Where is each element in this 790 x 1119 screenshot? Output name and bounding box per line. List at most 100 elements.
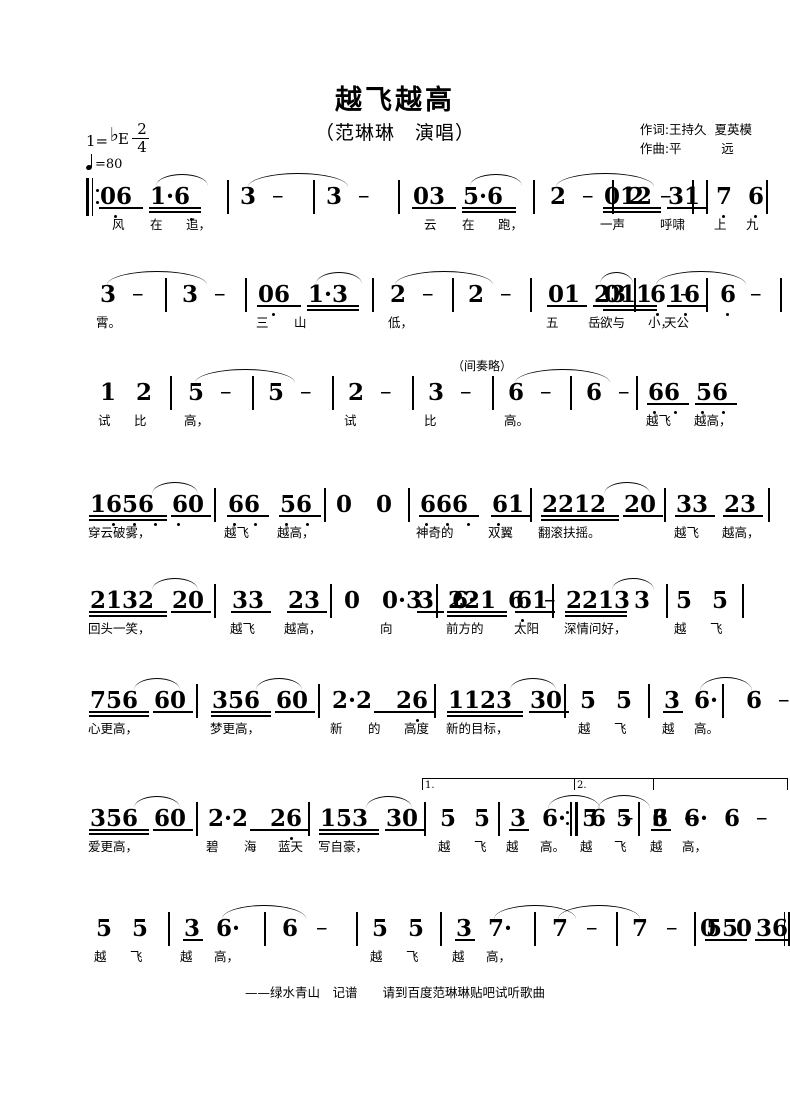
lyric-syllable: 山 xyxy=(294,315,307,330)
note-11: 3 xyxy=(664,687,681,714)
note-6: – xyxy=(316,915,328,941)
beam-line-second xyxy=(603,211,661,213)
note-4: – xyxy=(214,281,226,307)
bar-line xyxy=(196,802,198,836)
beam-line xyxy=(319,829,379,831)
note-1: 1656 xyxy=(90,491,155,518)
beam-line xyxy=(99,207,143,209)
beam-line xyxy=(667,207,707,209)
lyric-syllable: 高度 xyxy=(404,721,430,736)
lyric-syllable: 试 xyxy=(98,413,111,428)
note-7: 2 xyxy=(390,281,407,308)
volta-left-tick xyxy=(422,779,424,790)
lyric-row: 回头一笑， 越飞 越高，向前方的 太阳 深情问好，越飞 xyxy=(0,620,790,642)
bar-line xyxy=(332,376,334,410)
volta-right-tick xyxy=(786,779,788,790)
staff-line-4: 1656 60 66 56 0 0 666 61 2212 20 33 23 穿云破雾， 越飞 越高， 神奇的… xyxy=(0,480,790,566)
note-15: 7 xyxy=(716,183,733,210)
note-3: 3 xyxy=(184,915,201,942)
bar-line xyxy=(308,802,310,836)
lyric-syllable: 越 xyxy=(452,949,465,964)
note-5: 0 xyxy=(344,587,361,614)
bar-line xyxy=(530,278,532,312)
meter-denominator: 4 xyxy=(137,138,147,156)
note-4: – xyxy=(220,379,232,405)
beam-line xyxy=(462,207,516,209)
beam-line-second xyxy=(211,715,271,717)
note-9: 2 xyxy=(468,281,485,308)
note-14: 31 xyxy=(668,183,701,210)
beam-line xyxy=(491,515,531,517)
note-7: 03 xyxy=(413,183,446,210)
bar-line xyxy=(412,376,414,410)
lyric-syllable: 高。 xyxy=(540,839,566,854)
bar-line xyxy=(742,584,744,618)
beam-line xyxy=(541,515,619,517)
note-18: 0 xyxy=(736,915,753,942)
note-12: – xyxy=(586,915,598,941)
bar-line xyxy=(168,912,170,946)
note-8: 5·6 xyxy=(463,183,504,210)
bar-line xyxy=(706,180,708,214)
lyric-syllable: 越高， xyxy=(722,525,760,540)
beam-line-second xyxy=(462,211,516,213)
note-15: 66 xyxy=(648,379,681,406)
lyric-syllable: 欲与 xyxy=(600,315,626,330)
note-5: 6 xyxy=(282,915,299,942)
lyric-syllable: 越 xyxy=(94,949,107,964)
beam-line xyxy=(412,207,456,209)
beam-line xyxy=(153,711,193,713)
beam-line-second xyxy=(447,715,523,717)
staff-line-2: 3–3–06 1·3 2–2–01 23 6–6–011 16 霄。三山低，五岳小， 欲与 天公 xyxy=(0,270,790,356)
staff-line-5: 2132 20 33 23 0 0·3 221 61 2213 3 5 5 3 6· 6– 回头一笑， 越飞 越高… xyxy=(0,576,790,662)
lyric-syllable: 心更高， xyxy=(88,721,139,736)
beam-line xyxy=(153,829,193,831)
note-6: 26 xyxy=(396,687,429,714)
note-4: 60 xyxy=(276,687,309,714)
beam-line xyxy=(227,515,269,517)
beam-line xyxy=(395,711,435,713)
tempo-value: =80 xyxy=(95,157,123,172)
note-16: 36 xyxy=(756,915,789,942)
note-10: 7· xyxy=(488,915,513,942)
lyric-syllable: 飞 xyxy=(710,621,723,636)
bar-line xyxy=(245,278,247,312)
note-6: 0·3 xyxy=(382,587,423,614)
note-13: 012 xyxy=(604,183,653,210)
quarter-note-icon xyxy=(85,154,95,171)
note-12: 23 xyxy=(724,491,757,518)
lyric-row: 风 在 追， 云 在 跑， 一声 呼啸 上 九 xyxy=(0,216,790,238)
lyric-syllable: 天公 xyxy=(664,315,690,330)
beam-line-second xyxy=(307,309,359,311)
lyric-syllable: 越 xyxy=(580,839,593,854)
lyric-row: 爱更高，碧海蓝天 写自豪，越飞越高。越飞越高， xyxy=(0,838,790,860)
note-11: 7 xyxy=(552,915,569,942)
slur-arc xyxy=(604,482,650,494)
bar-line xyxy=(498,802,500,836)
bar-line xyxy=(424,802,426,836)
lyric-syllable: 新 xyxy=(330,721,343,736)
bar-line xyxy=(530,488,532,522)
lyric-syllable: 越飞 xyxy=(646,413,672,428)
note-1: 3 xyxy=(100,281,117,308)
note-2: 2 xyxy=(136,379,153,406)
note-16: – xyxy=(750,281,762,307)
beam-line-second xyxy=(89,833,149,835)
note-3: 33 xyxy=(232,587,265,614)
note-6: – xyxy=(300,379,312,405)
beam-line xyxy=(723,515,763,517)
staff-line-1: 06 1·6 3–3–03 5·6 2–2–012 31 7 6 风在追，云在跑， 一声 呼啸上九 xyxy=(0,172,790,258)
credits-block: 作词:王持久 夏英模 作曲:平 远 xyxy=(640,120,752,158)
beam-line-second xyxy=(89,615,167,617)
note-19: 6 xyxy=(724,805,741,832)
lyric-syllable: 越 xyxy=(180,949,193,964)
bar-line xyxy=(214,584,216,618)
note-2: 60 xyxy=(172,491,205,518)
beam-line-second xyxy=(89,715,149,717)
note-18: 6· xyxy=(684,805,709,832)
note-20: – xyxy=(756,805,768,831)
note-10: 20 xyxy=(624,491,657,518)
lyric-syllable: 越 xyxy=(370,949,383,964)
note-9: 2 xyxy=(550,183,567,210)
note-6: – xyxy=(358,183,370,209)
